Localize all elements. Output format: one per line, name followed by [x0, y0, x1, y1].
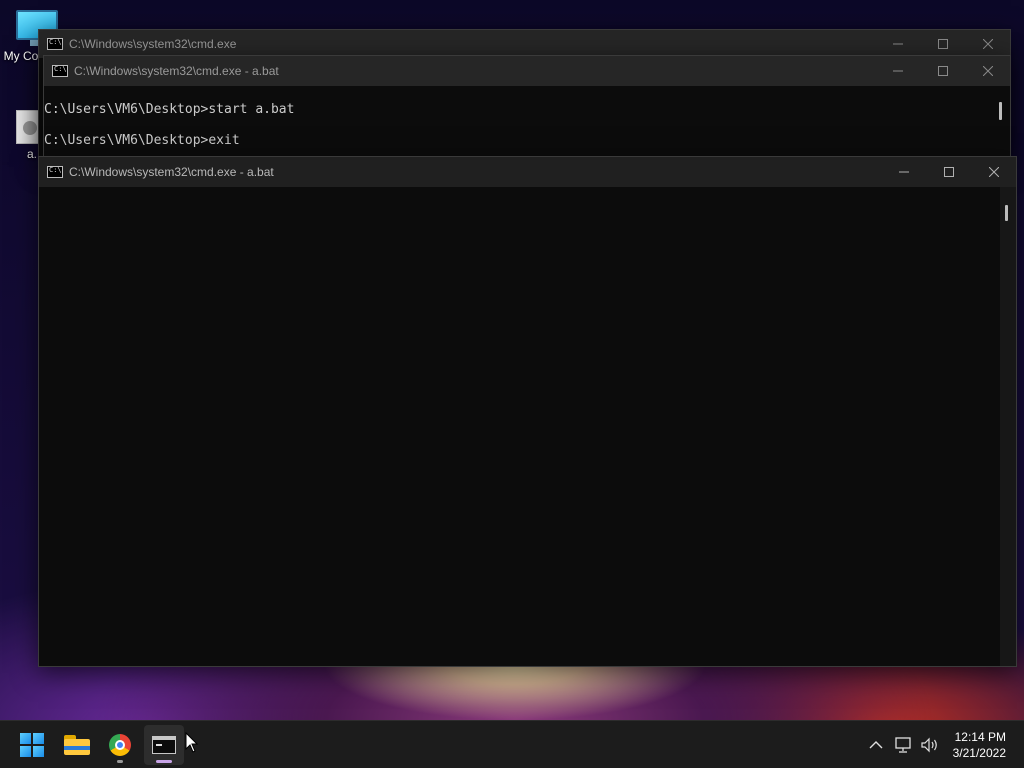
- console-line: C:\Users\VM6\Desktop>start a.bat: [44, 102, 295, 117]
- start-button[interactable]: [12, 725, 52, 765]
- chevron-up-icon[interactable]: [864, 733, 888, 757]
- console-output[interactable]: C:\Users\VM6\Desktop>start a.bat C:\User…: [44, 86, 1010, 149]
- taskbar-chrome[interactable]: [100, 725, 140, 765]
- minimize-button[interactable]: [875, 56, 920, 86]
- taskbar-command-prompt[interactable]: [144, 725, 184, 765]
- minimize-icon: [892, 43, 903, 45]
- window-title: C:\Windows\system32\cmd.exe - a.bat: [74, 64, 279, 78]
- console-output[interactable]: [39, 187, 1016, 666]
- window-title: C:\Windows\system32\cmd.exe: [69, 37, 237, 51]
- close-icon: [982, 39, 993, 49]
- running-indicator: [117, 760, 123, 763]
- close-icon: [982, 66, 993, 76]
- cmd-icon: [47, 38, 63, 50]
- close-icon: [988, 167, 999, 177]
- window-title: C:\Windows\system32\cmd.exe - a.bat: [69, 165, 274, 179]
- maximize-icon: [943, 167, 954, 177]
- minimize-button[interactable]: [875, 30, 920, 58]
- taskbar-clock[interactable]: 12:14 PM 3/21/2022: [953, 729, 1006, 761]
- maximize-button[interactable]: [920, 30, 965, 58]
- title-bar[interactable]: C:\Windows\system32\cmd.exe - a.bat: [44, 56, 1010, 86]
- cmd-icon: [52, 65, 68, 77]
- chrome-icon: [109, 734, 131, 756]
- maximize-button[interactable]: [920, 56, 965, 86]
- title-bar[interactable]: C:\Windows\system32\cmd.exe: [39, 30, 1010, 58]
- windows-logo-icon: [20, 733, 44, 757]
- minimize-icon: [892, 70, 903, 72]
- cmd-icon: [47, 166, 63, 178]
- terminal-icon: [152, 736, 176, 754]
- scrollbar-thumb[interactable]: [999, 102, 1002, 120]
- title-bar[interactable]: C:\Windows\system32\cmd.exe - a.bat: [39, 157, 1016, 187]
- folder-icon: [64, 735, 90, 755]
- running-indicator: [156, 760, 172, 763]
- minimize-icon: [898, 171, 909, 173]
- close-button[interactable]: [965, 30, 1010, 58]
- close-button[interactable]: [965, 56, 1010, 86]
- clock-time: 12:14 PM: [954, 730, 1006, 744]
- taskbar: 12:14 PM 3/21/2022: [0, 720, 1024, 768]
- clock-date: 3/21/2022: [952, 746, 1006, 760]
- volume-icon[interactable]: [918, 733, 942, 757]
- minimize-button[interactable]: [881, 157, 926, 187]
- taskbar-file-explorer[interactable]: [57, 725, 97, 765]
- maximize-icon: [937, 66, 948, 76]
- cmd-window-middle[interactable]: C:\Windows\system32\cmd.exe - a.bat C:\U…: [43, 55, 1011, 161]
- maximize-button[interactable]: [926, 157, 971, 187]
- console-line: C:\Users\VM6\Desktop>exit: [44, 133, 240, 148]
- mouse-cursor-icon: [185, 732, 199, 753]
- cmd-window-front[interactable]: C:\Windows\system32\cmd.exe - a.bat: [38, 156, 1017, 667]
- close-button[interactable]: [971, 157, 1016, 187]
- scrollbar-thumb[interactable]: [1005, 205, 1008, 221]
- desktop-icon-label: a.: [26, 147, 37, 161]
- desktop-icon-label: My Co: [3, 49, 39, 63]
- scrollbar[interactable]: [1000, 187, 1016, 666]
- network-icon[interactable]: [892, 733, 916, 757]
- maximize-icon: [937, 39, 948, 49]
